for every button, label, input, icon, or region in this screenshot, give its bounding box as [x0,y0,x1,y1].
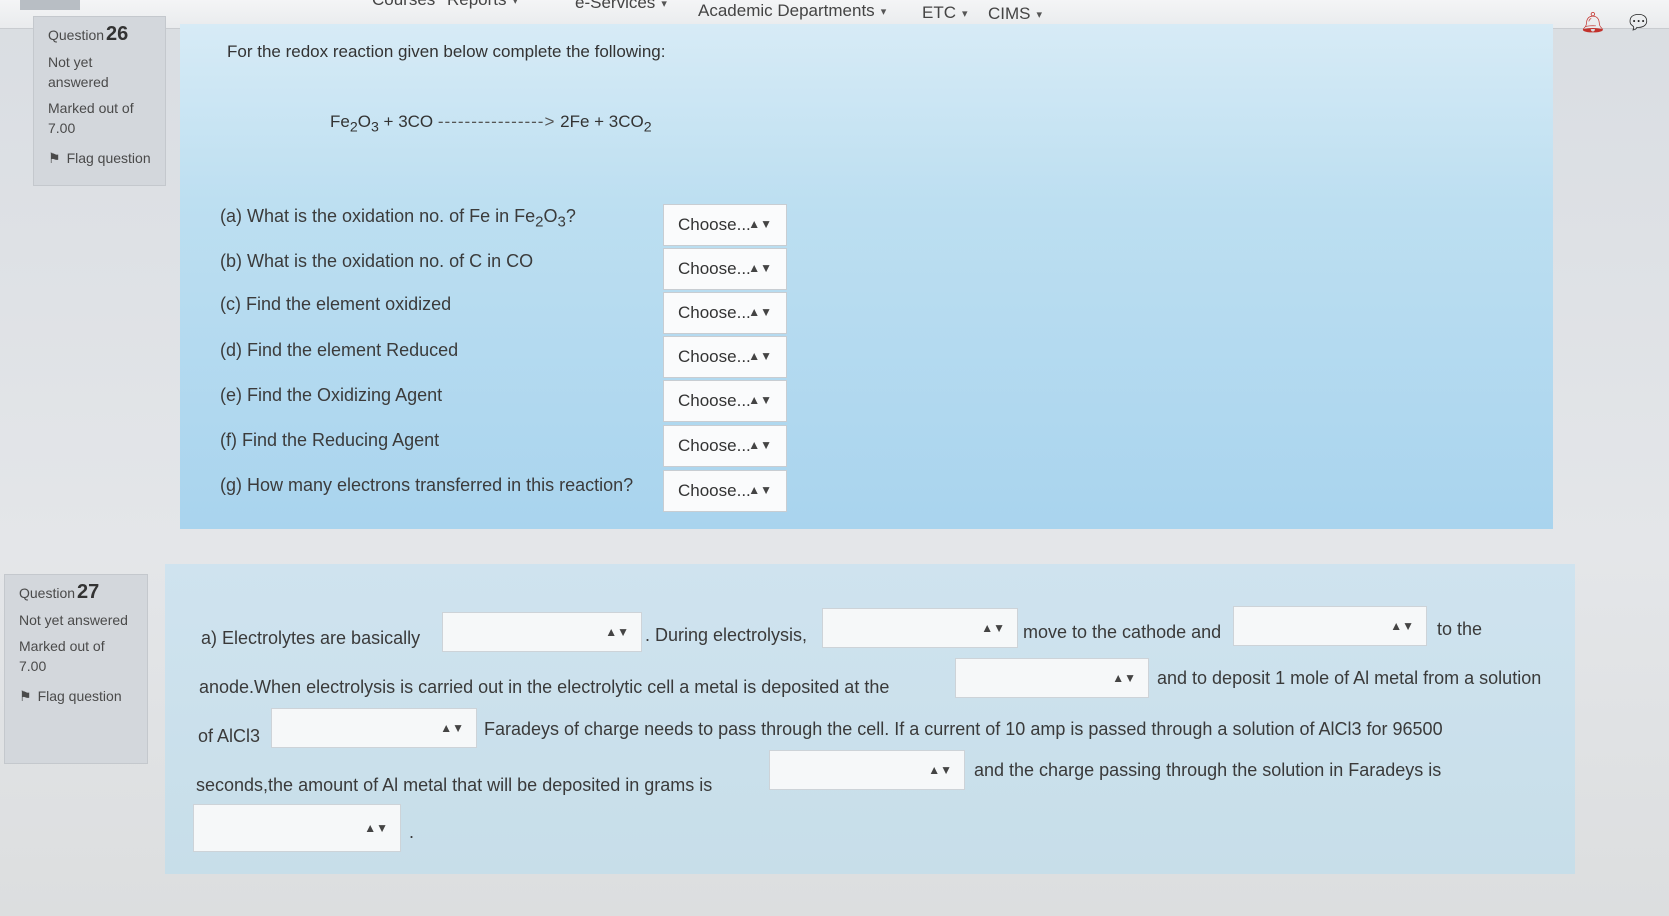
text-of-alcl3: of AlCl3 [198,726,261,746]
blank-grams-select[interactable]: ▲▼ [769,750,965,790]
nav-item-cims[interactable]: CIMS ▾ [988,4,1042,24]
text-faradeys-of-charge: Faradeys of charge needs to pass through… [484,719,1443,739]
blank-charge-faradeys-select[interactable]: ▲▼ [193,804,401,852]
caret-down-icon: ▾ [661,0,667,11]
subquestion-g-select[interactable]: Choose... ▲▼ [663,470,787,512]
question-27-info: Question 27 Not yet answered Marked out o… [4,574,148,764]
subquestion-b-select[interactable]: Choose... ▲▼ [663,248,787,290]
marked-out-of: Marked out of 7.00 [48,100,134,136]
subquestion-c-select[interactable]: Choose... ▲▼ [663,292,787,334]
subquestion-b-label: (b) What is the oxidation no. of C in CO [220,251,534,271]
text-period: . [409,822,415,842]
question-26-content: For the redox reaction given below compl… [180,24,1553,529]
text-during-electrolysis: . During electrolysis, [645,625,808,645]
subquestion-g-label: (g) How many electrons transferred in th… [220,475,634,495]
subquestion-e-label: (e) Find the Oxidizing Agent [220,385,443,405]
text-charge-passing: and the charge passing through the solut… [974,760,1442,780]
caret-down-icon: ▾ [1036,9,1043,22]
text-seconds-amount: seconds,the amount of Al metal that will… [196,775,713,795]
text-electrolytes-are: a) Electrolytes are basically [201,628,421,648]
select-arrows-icon: ▲▼ [748,305,772,319]
reaction-equation: Fe2O3 + 3CO ----------------> 2Fe + 3CO2 [330,112,652,136]
question-state: Not yet answered [48,54,109,90]
select-arrows-icon: ▲▼ [1112,671,1136,685]
question-number: Question 27 [19,581,100,603]
blank-to-the-anode-select[interactable]: ▲▼ [1233,606,1427,646]
flag-question-link[interactable]: ⚑ Flag question [19,688,133,705]
select-arrows-icon: ▲▼ [605,625,629,639]
subquestion-f-label: (f) Find the Reducing Agent [220,430,440,450]
select-arrows-icon: ▲▼ [748,483,772,497]
text-anode-electrolysis: anode.When electrolysis is carried out i… [199,677,890,697]
notification-bell-icon[interactable]: 🔔︎ [1580,10,1605,35]
subquestion-e-select[interactable]: Choose... ▲▼ [663,380,787,422]
select-arrows-icon: ▲▼ [928,763,952,777]
nav-tab-fragment[interactable] [20,0,80,10]
select-arrows-icon: ▲▼ [748,349,772,363]
subquestion-a-label: (a) What is the oxidation no. of Fe in F… [220,206,576,231]
select-arrows-icon: ▲▼ [440,721,464,735]
top-icons: 🔔︎ 💬︎ [1580,10,1651,35]
nav-item-courses[interactable]: Courses [372,0,435,10]
text-move-to-cathode: move to the cathode and [1023,622,1222,642]
select-arrows-icon: ▲▼ [748,261,772,275]
select-arrows-icon: ▲▼ [748,393,772,407]
flag-question-link[interactable]: ⚑ Flag question [48,150,151,167]
marked-out-of: Marked out of 7.00 [19,638,105,674]
question-26-info: Question 26 Not yet answered Marked out o… [33,16,166,186]
text-to-the: to the [1437,619,1483,639]
subquestion-d-select[interactable]: Choose... ▲▼ [663,336,787,378]
flag-icon: ⚑ [19,688,32,704]
select-arrows-icon: ▲▼ [1390,619,1414,633]
subquestion-f-select[interactable]: Choose... ▲▼ [663,425,787,467]
blank-deposited-at-select[interactable]: ▲▼ [955,658,1149,698]
select-arrows-icon: ▲▼ [981,621,1005,635]
caret-down-icon: ▾ [962,8,968,21]
nav-item-e-services[interactable]: e-Services ▾ [575,0,667,13]
blank-faradeys-select[interactable]: ▲▼ [271,708,477,748]
blank-move-to-cathode-select[interactable]: ▲▼ [822,608,1018,648]
messages-chat-icon[interactable]: 💬︎ [1626,10,1651,35]
nav-item-etc[interactable]: ETC ▾ [922,3,968,23]
text-deposit-one-mole: and to deposit 1 mole of Al metal from a… [1157,668,1542,688]
nav-item-academic-departments[interactable]: Academic Departments ▾ [698,1,886,21]
flag-icon: ⚑ [48,150,61,166]
subquestion-c-label: (c) Find the element oxidized [220,294,452,314]
select-arrows-icon: ▲▼ [364,821,388,835]
question-27-content: a) Electrolytes are basically ▲▼ . Durin… [165,564,1575,874]
question-prompt: For the redox reaction given below compl… [227,42,666,61]
blank-electrolytes-select[interactable]: ▲▼ [442,612,642,652]
question-number: Question 26 [48,23,129,45]
nav-item-reports[interactable]: Reports▾ [447,0,518,10]
subquestion-a-select[interactable]: Choose... ▲▼ [663,204,787,246]
caret-down-icon: ▾ [512,0,519,8]
subquestion-d-label: (d) Find the element Reduced [220,340,459,360]
question-state: Not yet answered [19,612,128,628]
caret-down-icon: ▾ [880,6,887,19]
select-arrows-icon: ▲▼ [748,438,772,452]
select-arrows-icon: ▲▼ [748,217,772,231]
